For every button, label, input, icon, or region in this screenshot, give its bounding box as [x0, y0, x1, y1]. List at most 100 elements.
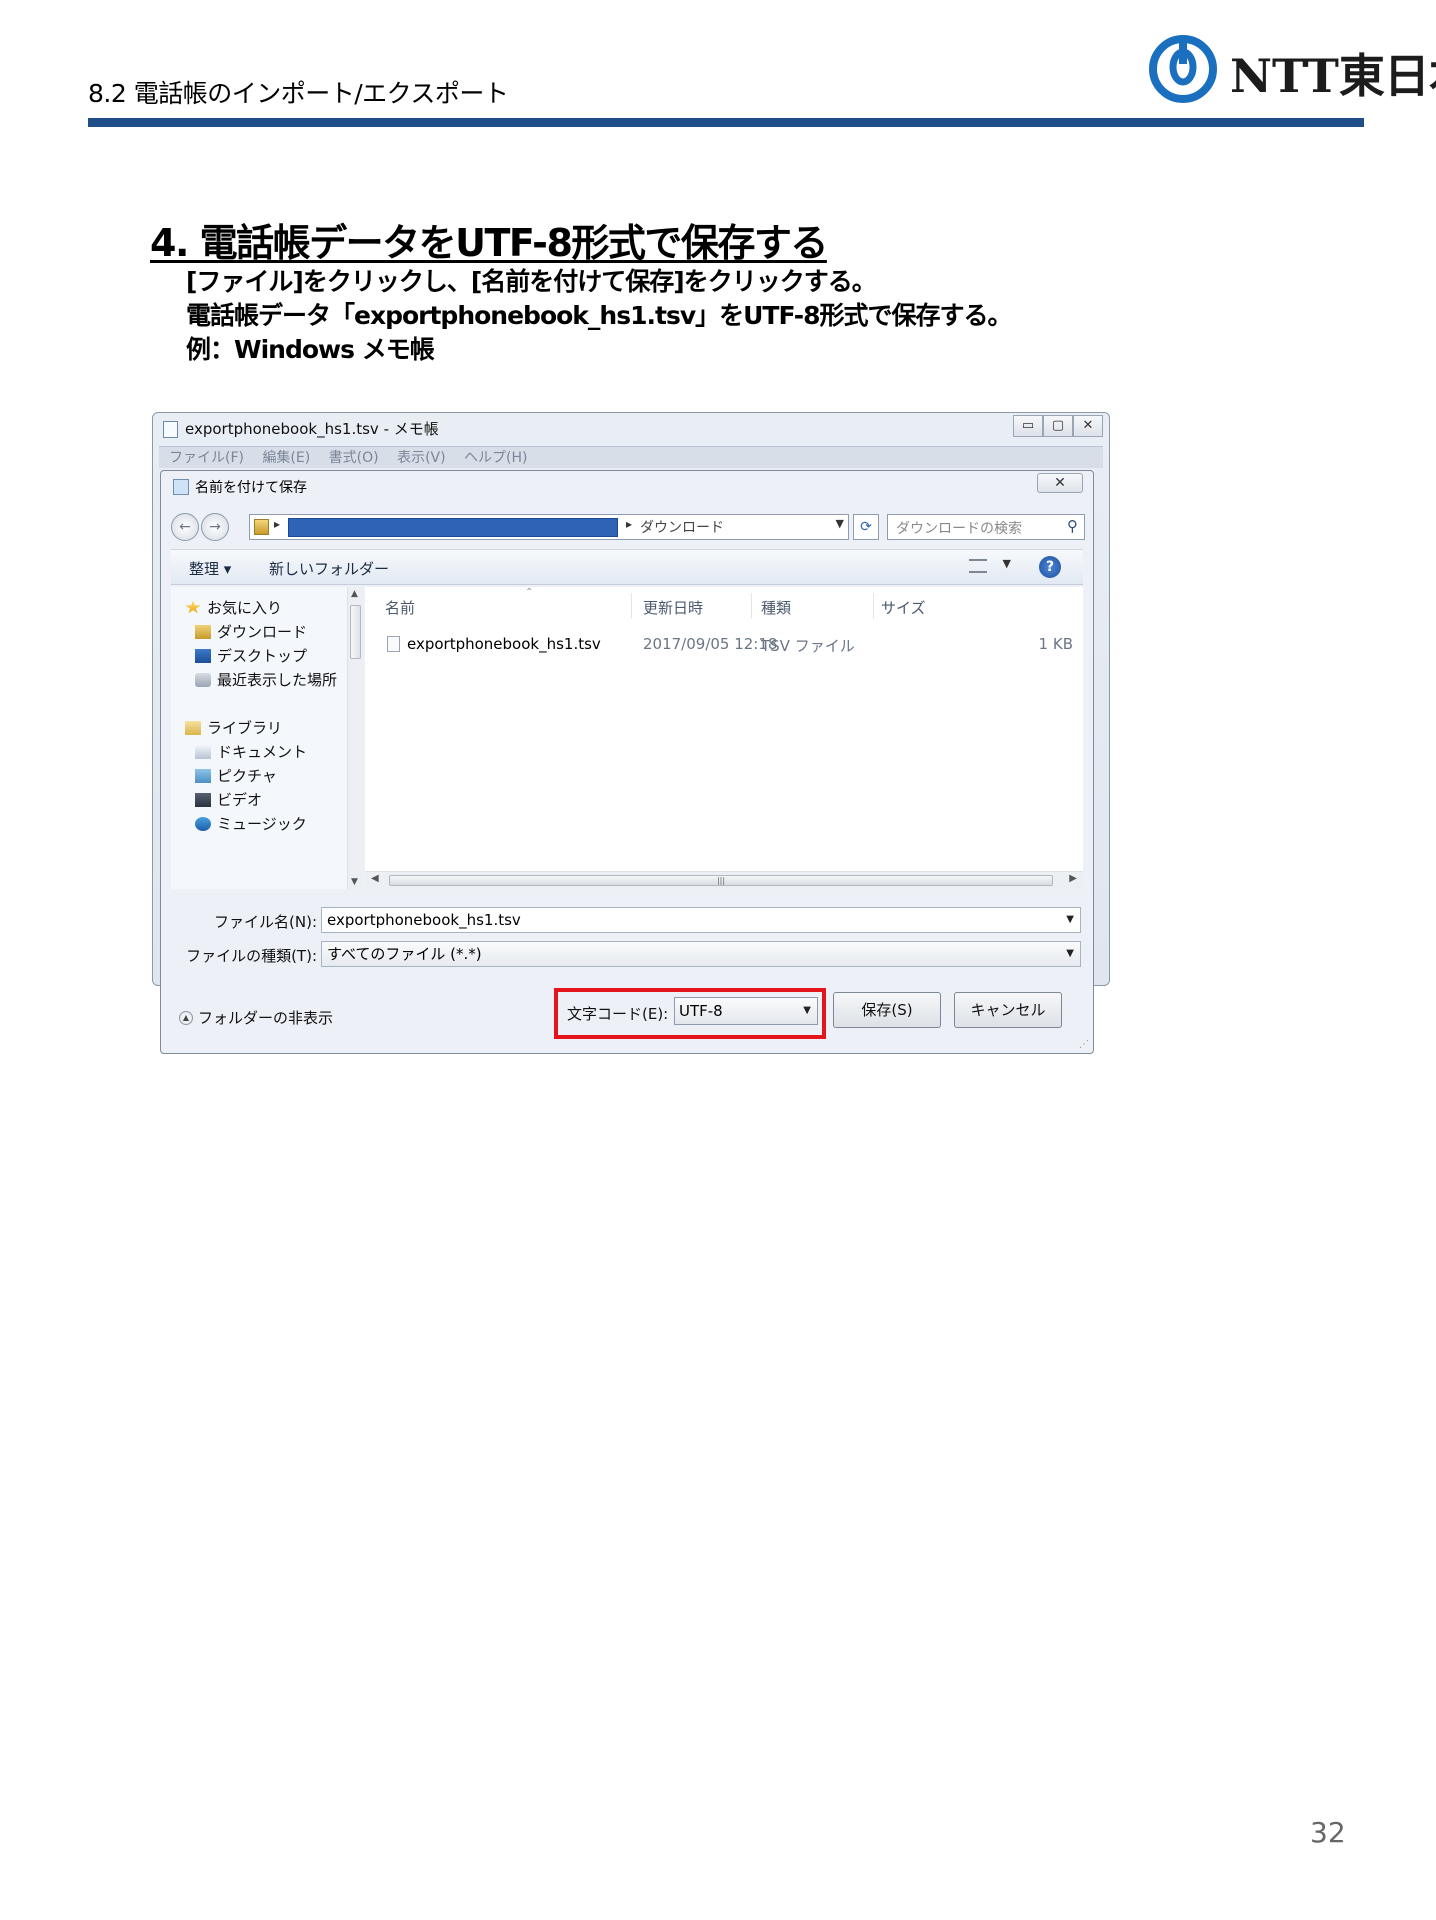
- save-as-dialog: 名前を付けて保存 ✕ ← → ▸ ▸ ダウンロード ▼ ⟳ ダウンロードの検索 …: [160, 470, 1094, 1054]
- file-modified: 2017/09/05 12:18: [643, 635, 778, 653]
- column-divider[interactable]: [873, 593, 874, 619]
- scroll-left-arrow-icon[interactable]: ◀: [371, 873, 379, 884]
- help-icon[interactable]: ?: [1039, 556, 1061, 578]
- new-folder-button[interactable]: 新しいフォルダー: [269, 558, 389, 579]
- music-icon: [195, 816, 211, 831]
- scroll-up-arrow-icon[interactable]: ▲: [351, 589, 358, 599]
- logo-wordmark: NTT東日本: [1230, 49, 1436, 103]
- redacted-path: [288, 518, 618, 537]
- page-number: 32: [1310, 1816, 1346, 1849]
- breadcrumb-arrow-icon[interactable]: ▸: [626, 517, 632, 531]
- videos-icon: [195, 792, 211, 807]
- close-icon[interactable]: ✕: [1073, 415, 1103, 437]
- column-header-name[interactable]: 名前: [385, 597, 415, 618]
- filetype-select[interactable]: すべてのファイル (*.*) ▼: [321, 941, 1081, 967]
- nav-videos[interactable]: ビデオ: [195, 789, 262, 810]
- breadcrumb-arrow-icon[interactable]: ▸: [274, 517, 280, 531]
- step-instruction-1: [ファイル]をクリックし、[名前を付けて保存]をクリックする。: [186, 267, 877, 296]
- filetype-label: ファイルの種類(T):: [186, 947, 317, 965]
- column-header-type[interactable]: 種類: [761, 597, 791, 618]
- dialog-title: 名前を付けて保存: [195, 480, 307, 496]
- column-header-modified[interactable]: 更新日時: [643, 597, 703, 618]
- resize-grip-icon[interactable]: ⋰: [1079, 1039, 1089, 1050]
- nav-pane-scrollbar[interactable]: ▲ ▼: [347, 587, 363, 889]
- refresh-icon[interactable]: ⟳: [853, 514, 879, 540]
- navigation-pane: お気に入り ダウンロード デスクトップ 最近表示した場所 ライブラリ ドキュメン…: [171, 587, 361, 889]
- organize-button[interactable]: 整理 ▾: [189, 558, 231, 579]
- dialog-close-button[interactable]: ✕: [1037, 473, 1083, 493]
- back-arrow-icon[interactable]: ←: [171, 513, 199, 541]
- menu-format[interactable]: 書式(O): [329, 450, 379, 466]
- notepad-menubar: ファイル(F) 編集(E) 書式(O) 表示(V) ヘルプ(H): [159, 446, 1103, 468]
- collapse-arrow-icon: ▲: [179, 1010, 193, 1025]
- menu-view[interactable]: 表示(V): [397, 450, 446, 466]
- scroll-right-arrow-icon[interactable]: ▶: [1069, 873, 1077, 884]
- pictures-icon: [195, 768, 211, 783]
- scroll-down-arrow-icon[interactable]: ▼: [351, 877, 358, 887]
- navigation-row: ← → ▸ ▸ ダウンロード ▼ ⟳ ダウンロードの検索 ⚲: [171, 511, 1085, 541]
- dialog-icon: [173, 479, 189, 495]
- menu-file[interactable]: ファイル(F): [169, 450, 244, 466]
- step-instruction-2: 電話帳データ「exportphonebook_hs1.tsv」をUTF-8形式で…: [186, 301, 1013, 330]
- nav-downloads[interactable]: ダウンロード: [195, 621, 307, 642]
- chevron-down-icon[interactable]: ▼: [836, 517, 844, 530]
- nav-documents[interactable]: ドキュメント: [195, 741, 307, 762]
- hide-folders-toggle[interactable]: ▲ フォルダーの非表示: [179, 1007, 333, 1028]
- view-options-icon[interactable]: [969, 559, 987, 573]
- forward-arrow-icon[interactable]: →: [201, 513, 229, 541]
- file-name: exportphonebook_hs1.tsv: [407, 635, 601, 653]
- downloads-folder-icon: [195, 624, 211, 639]
- maximize-icon[interactable]: ▢: [1043, 415, 1073, 437]
- address-bar[interactable]: ▸ ▸ ダウンロード ▼: [249, 514, 849, 540]
- sort-ascending-icon: ⌃: [525, 587, 534, 598]
- notepad-title: exportphonebook_hs1.tsv - メモ帳: [185, 420, 439, 438]
- nav-desktop[interactable]: デスクトップ: [195, 645, 307, 666]
- step-example: 例：Windows メモ帳: [186, 335, 435, 364]
- chevron-down-icon[interactable]: ▼: [1066, 942, 1074, 966]
- star-icon: [185, 600, 201, 614]
- column-header-size[interactable]: サイズ: [881, 597, 926, 618]
- save-button[interactable]: 保存(S): [833, 992, 941, 1028]
- header-rule: [88, 118, 1364, 127]
- window-controls: ▭ ▢ ✕: [1013, 415, 1103, 437]
- scrollbar-thumb[interactable]: [350, 605, 361, 659]
- file-list: ⌃ 名前 更新日時 種類 サイズ exportphonebook_hs1.tsv…: [365, 587, 1083, 889]
- filetype-value: すべてのファイル (*.*): [327, 945, 482, 963]
- recent-places-icon: [195, 672, 211, 687]
- documents-icon: [195, 744, 211, 759]
- library-icon: [185, 720, 201, 735]
- filename-value: exportphonebook_hs1.tsv: [327, 911, 521, 929]
- file-row[interactable]: exportphonebook_hs1.tsv 2017/09/05 12:18…: [365, 631, 1083, 657]
- menu-edit[interactable]: 編集(E): [262, 450, 310, 466]
- nav-pictures[interactable]: ピクチャ: [195, 765, 277, 786]
- column-divider[interactable]: [631, 593, 632, 619]
- dialog-toolbar: 整理 ▾ 新しいフォルダー ▼ ?: [171, 549, 1083, 585]
- chevron-down-icon[interactable]: ▼: [1066, 908, 1074, 932]
- search-icon[interactable]: ⚲: [1067, 517, 1078, 535]
- minimize-icon[interactable]: ▭: [1013, 415, 1043, 437]
- nav-favorites[interactable]: お気に入り: [185, 597, 282, 618]
- filename-field[interactable]: exportphonebook_hs1.tsv ▼: [321, 907, 1081, 933]
- column-divider[interactable]: [751, 593, 752, 619]
- step-heading: 4. 電話帳データをUTF-8形式で保存する: [150, 221, 828, 265]
- breadcrumb-current[interactable]: ダウンロード: [640, 517, 724, 537]
- menu-help[interactable]: ヘルプ(H): [464, 450, 527, 466]
- search-input[interactable]: ダウンロードの検索 ⚲: [887, 514, 1085, 540]
- file-type: TSV ファイル: [761, 637, 855, 655]
- cancel-button[interactable]: キャンセル: [954, 992, 1062, 1028]
- nav-libraries[interactable]: ライブラリ: [185, 717, 282, 738]
- chevron-down-icon[interactable]: ▼: [1003, 557, 1011, 570]
- file-list-hscrollbar[interactable]: ◀ ||| ▶: [365, 871, 1083, 889]
- file-size: 1 KB: [1038, 635, 1073, 653]
- folder-icon: [254, 519, 269, 535]
- ntt-logo-mark-icon: [1149, 35, 1217, 103]
- desktop-icon: [195, 648, 211, 663]
- filename-label: ファイル名(N):: [214, 913, 317, 931]
- nav-recent-places[interactable]: 最近表示した場所: [195, 669, 337, 690]
- section-title: 8.2 電話帳のインポート/エクスポート: [88, 79, 509, 108]
- notepad-icon: [163, 421, 178, 438]
- encoding-highlight-box: [554, 988, 826, 1039]
- scrollbar-thumb[interactable]: |||: [389, 875, 1053, 886]
- nav-music[interactable]: ミュージック: [195, 813, 307, 834]
- text-file-icon: [387, 636, 400, 652]
